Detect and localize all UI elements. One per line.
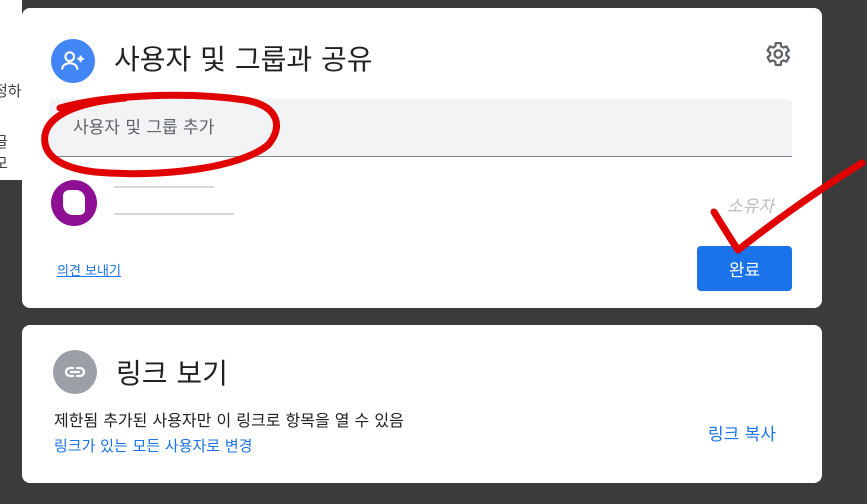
link-icon bbox=[64, 366, 86, 378]
link-dialog: 링크 보기 제한됨 추가된 사용자만 이 링크로 항목을 열 수 있음 링크가 … bbox=[22, 325, 822, 483]
link-icon bbox=[53, 350, 97, 394]
change-link-access-link[interactable]: 링크가 있는 모든 사용자로 변경 bbox=[54, 435, 252, 456]
add-people-input[interactable] bbox=[49, 99, 792, 156]
background-text: 글 모 bbox=[0, 133, 8, 172]
gear-icon[interactable] bbox=[762, 39, 792, 69]
redacted-owner-email bbox=[114, 213, 234, 215]
dialog-title: 사용자 및 그룹과 공유 bbox=[114, 43, 373, 76]
owner-role-label: 소유자 bbox=[727, 197, 774, 217]
copy-link-button[interactable]: 링크 복사 bbox=[708, 420, 776, 445]
person-add-icon bbox=[61, 51, 84, 70]
add-people-field[interactable] bbox=[49, 99, 792, 157]
link-dialog-title: 링크 보기 bbox=[116, 357, 228, 390]
link-access-description: 제한됨 추가된 사용자만 이 링크로 항목을 열 수 있음 bbox=[54, 411, 404, 430]
person-add-icon bbox=[51, 39, 95, 83]
send-feedback-link[interactable]: 의견 보내기 bbox=[57, 260, 121, 279]
avatar bbox=[51, 180, 97, 226]
done-button[interactable]: 완료 bbox=[697, 246, 792, 291]
share-dialog: 사용자 및 그룹과 공유 소유자 의견 보내기 완료 bbox=[22, 8, 822, 308]
background-text: 정하 bbox=[0, 82, 22, 100]
background-document: 정하 글 모 bbox=[0, 0, 22, 180]
redacted-owner-name bbox=[114, 186, 214, 188]
